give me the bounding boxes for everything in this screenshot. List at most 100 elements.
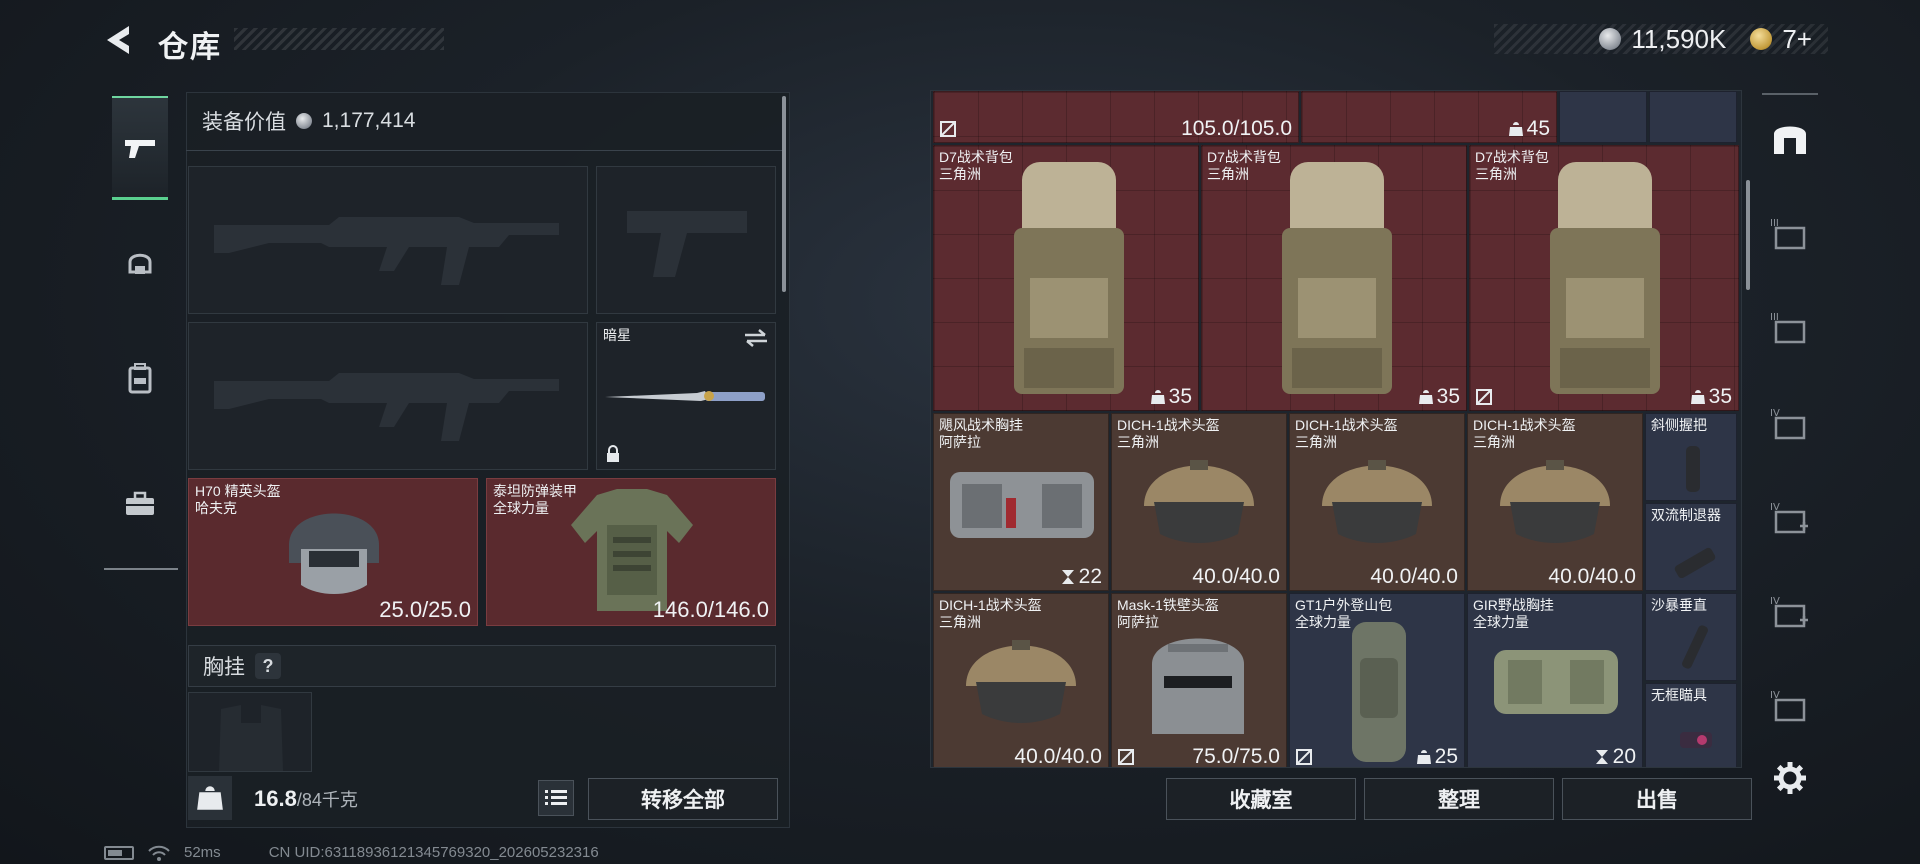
item-brand: 三角洲 (1475, 166, 1517, 182)
storage-item[interactable]: 105.0/105.0 (933, 91, 1299, 143)
storage-item[interactable]: DICH-1战术头盔 三角洲 40.0/40.0 (1111, 413, 1287, 591)
collection-room-button[interactable]: 收藏室 (1166, 778, 1356, 820)
item-name: GT1户外登山包 (1295, 597, 1393, 613)
storage-item[interactable]: 无框瞄具 (1645, 683, 1737, 767)
sell-button[interactable]: 出售 (1562, 778, 1752, 820)
storage-item[interactable]: 沙暴垂直 (1645, 593, 1737, 681)
armor-slot[interactable]: 泰坦防弹装甲 全球力量 146.0/146.0 (486, 478, 776, 626)
chest-rig-label: 胸挂 (203, 656, 245, 679)
storage-item[interactable]: D7战术背包 三角洲 35 (1469, 145, 1739, 411)
equipment-value-label: 装备价值 (202, 111, 286, 134)
helmet-slot[interactable]: H70 精英头盔 哈夫克 25.0/25.0 (188, 478, 478, 626)
storage-pages: III III IV IV IV IV (1760, 96, 1820, 816)
weight-indicator (188, 776, 232, 820)
storage-item[interactable]: D7战术背包 三角洲 35 (933, 145, 1199, 411)
back-arrow-icon (107, 26, 129, 54)
battery-icon (104, 845, 134, 860)
storage-page-4-add[interactable]: IV (1768, 496, 1812, 540)
knife-image (605, 391, 765, 401)
ping-value: 52ms (184, 844, 221, 861)
storage-item[interactable] (1649, 91, 1737, 143)
chest-rig-slot[interactable] (188, 692, 312, 772)
storage-grid: 105.0/105.0 45 D7战术背包三角洲 35 D7战术背包三角洲 (930, 90, 1742, 768)
item-brand: 全球力量 (1473, 614, 1529, 630)
item-name: 斜侧握把 (1651, 417, 1707, 433)
storage-item[interactable]: D7战术背包 三角洲 35 (1201, 145, 1467, 411)
item-count: 22 (1078, 565, 1102, 588)
item-count: 25 (1434, 745, 1458, 768)
armor-name: 泰坦防弹装甲 (493, 483, 577, 499)
equipment-value: 装备价值 1,177,414 (202, 106, 415, 136)
storage-item[interactable]: 双流制退器 (1645, 503, 1737, 591)
weight-icon (1418, 390, 1433, 404)
steel-helmet-image (1152, 638, 1244, 734)
list-view-button[interactable] (538, 780, 574, 816)
storage-page-4a[interactable]: IV (1768, 402, 1812, 446)
no-insurance-icon (1118, 749, 1134, 765)
weight-readout: 16.8/84千克 (254, 786, 358, 812)
storage-item[interactable] (1559, 91, 1647, 143)
helmet-name: H70 精英头盔 (195, 483, 281, 499)
settings-button[interactable] (1768, 756, 1812, 800)
pistol-slot[interactable] (596, 166, 776, 314)
storage-item[interactable]: 飓风战术胸挂 阿萨拉 22 (933, 413, 1109, 591)
transfer-all-button[interactable]: 转移全部 (588, 778, 778, 820)
tab-toolbox[interactable] (112, 476, 168, 532)
silver-coin-icon (296, 113, 312, 129)
storage-page-4-add-2[interactable]: IV (1768, 590, 1812, 634)
tab-backpack[interactable] (112, 350, 168, 406)
helmet-durability: 25.0/25.0 (379, 597, 471, 622)
item-name: D7战术背包 (1207, 149, 1281, 165)
storage-add-icon: IV (1770, 502, 1808, 534)
storage-page-4b[interactable]: IV (1768, 684, 1812, 728)
swap-icon[interactable] (743, 329, 769, 347)
gold-currency-value: 7+ (1782, 23, 1812, 54)
back-button[interactable] (100, 22, 140, 58)
tactical-helmet-image (1322, 460, 1432, 543)
storage-item[interactable]: 斜侧握把 (1645, 413, 1737, 501)
storage-item[interactable]: DICH-1战术头盔 三角洲 40.0/40.0 (933, 593, 1109, 767)
storage-page-3b[interactable]: III (1768, 306, 1812, 350)
weight-icon (197, 786, 223, 810)
secondary-weapon-slot[interactable] (188, 322, 588, 470)
weight-icon (1508, 122, 1523, 136)
storage-item[interactable]: DICH-1战术头盔 三角洲 40.0/40.0 (1289, 413, 1465, 591)
item-name: Mask-1铁壁头盔 (1117, 597, 1219, 613)
chest-rig-silhouette-icon (219, 705, 283, 771)
item-count: 35 (1168, 385, 1192, 408)
status-bar: 52ms CN UID:63118936121345769320_2026052… (104, 844, 599, 861)
wifi-icon (148, 845, 170, 861)
storage-item[interactable]: DICH-1战术头盔 三角洲 40.0/40.0 (1467, 413, 1643, 591)
item-name: 沙暴垂直 (1651, 597, 1707, 613)
item-brand: 三角洲 (1207, 166, 1249, 182)
weight-max: /84千克 (296, 790, 358, 810)
storage-item[interactable]: 45 (1301, 91, 1557, 143)
no-insurance-icon (1476, 389, 1492, 405)
tab-helmet[interactable] (112, 236, 168, 292)
tab-weapons[interactable] (112, 96, 168, 200)
armor-durability: 146.0/146.0 (652, 597, 769, 622)
help-icon[interactable]: ? (255, 653, 281, 679)
armor-brand: 全球力量 (493, 500, 549, 516)
item-name: DICH-1战术头盔 (1473, 417, 1576, 433)
melee-slot[interactable]: 暗星 (596, 322, 776, 470)
slots-icon (1061, 570, 1074, 584)
helmet-brand: 哈夫克 (195, 500, 237, 516)
primary-weapon-slot[interactable] (188, 166, 588, 314)
organize-button[interactable]: 整理 (1364, 778, 1554, 820)
no-insurance-icon (940, 121, 956, 137)
tactical-helmet-image (966, 640, 1076, 723)
storage-item[interactable]: GT1户外登山包 全球力量 25 (1289, 593, 1465, 768)
sight-image (1680, 732, 1712, 748)
storage-item[interactable]: Mask-1铁壁头盔 阿萨拉 75.0/75.0 (1111, 593, 1287, 767)
silver-coin-icon (1599, 28, 1622, 50)
storage-page-icon: IV (1770, 690, 1806, 722)
storage-page-3a[interactable]: III (1768, 212, 1812, 256)
divider (186, 150, 782, 151)
tactical-helmet-image (1500, 460, 1610, 543)
storage-scrollbar[interactable] (1746, 180, 1750, 290)
storage-page-icon: IV (1770, 408, 1806, 440)
storage-home-tab[interactable] (1768, 116, 1812, 160)
storage-item[interactable]: GIR野战胸挂 全球力量 20 (1467, 593, 1643, 767)
equipment-scrollbar[interactable] (782, 96, 786, 292)
